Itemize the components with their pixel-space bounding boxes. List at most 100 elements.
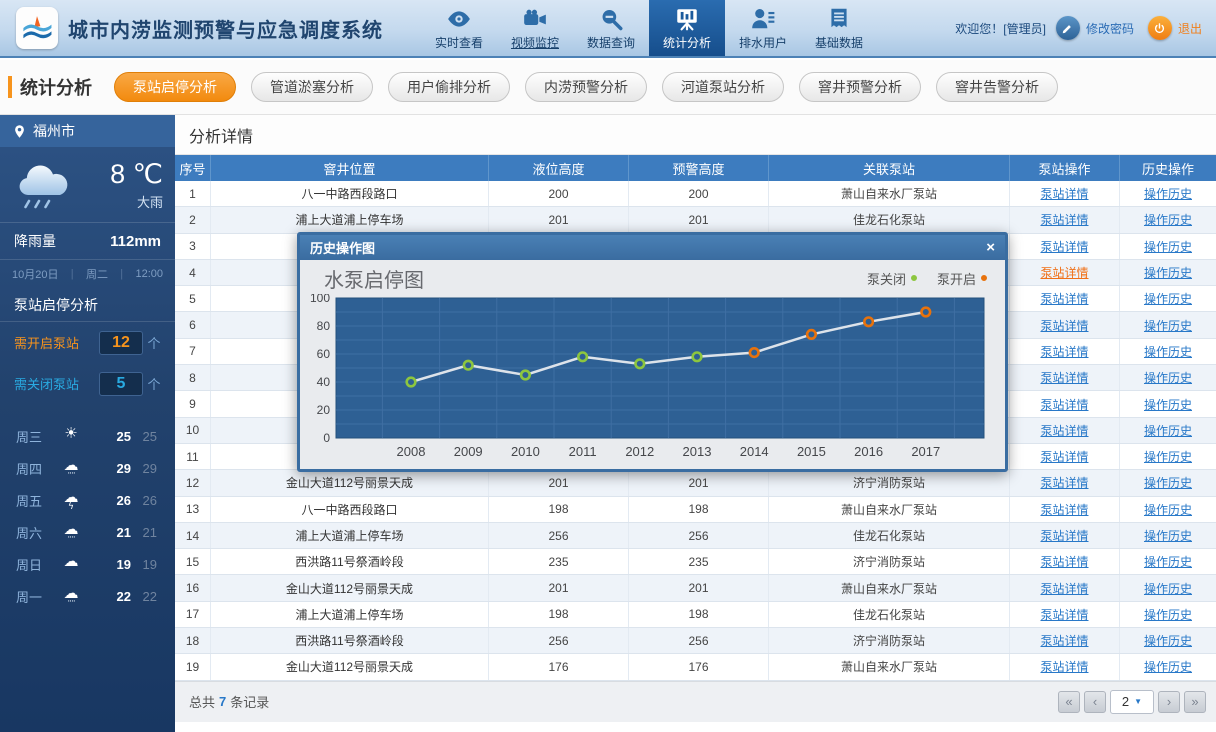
tab-6[interactable]: 窨井预警分析	[799, 72, 921, 102]
nav-item-2[interactable]: 视频监控	[497, 0, 573, 56]
pagination: « ‹ 2 ▼ › »	[1054, 690, 1206, 714]
station-detail-link[interactable]: 泵站详情	[1040, 474, 1088, 491]
station-detail-link[interactable]: 泵站详情	[1040, 343, 1088, 360]
station-detail-link[interactable]: 泵站详情	[1040, 317, 1088, 334]
operation-history-link[interactable]: 操作历史	[1144, 448, 1192, 465]
linked-station: 佳龙石化泵站	[769, 523, 1010, 548]
logout-link[interactable]: 退出	[1178, 20, 1202, 37]
water-level: 198	[489, 497, 629, 522]
station-detail-link[interactable]: 泵站详情	[1040, 606, 1088, 623]
forecast-day: 周四	[16, 459, 58, 478]
panel-title: 分析详情	[175, 115, 1216, 155]
operation-history-link[interactable]: 操作历史	[1144, 580, 1192, 597]
operation-history-link[interactable]: 操作历史	[1144, 606, 1192, 623]
city-name: 福州市	[33, 121, 75, 141]
nav-item-1[interactable]: 实时查看	[421, 0, 497, 56]
operation-history-link[interactable]: 操作历史	[1144, 632, 1192, 649]
edit-password-icon[interactable]	[1056, 16, 1080, 40]
station-detail-link[interactable]: 泵站详情	[1040, 658, 1088, 675]
page-select[interactable]: 2 ▼	[1110, 690, 1154, 714]
nav-item-4[interactable]: 统计分析	[649, 0, 725, 56]
history-action-cell: 操作历史	[1120, 602, 1216, 627]
station-action-cell: 泵站详情	[1010, 391, 1120, 416]
operation-history-link[interactable]: 操作历史	[1144, 264, 1192, 281]
current-weather: 8 ℃ 大雨	[0, 147, 175, 223]
next-page-button[interactable]: ›	[1158, 691, 1180, 713]
operation-history-link[interactable]: 操作历史	[1144, 527, 1192, 544]
station-detail-link[interactable]: 泵站详情	[1040, 501, 1088, 518]
tab-5[interactable]: 河道泵站分析	[662, 72, 784, 102]
app-title: 城市内涝监测预警与应急调度系统	[68, 14, 383, 43]
modal-titlebar[interactable]: 历史操作图 ×	[300, 235, 1005, 260]
station-action-cell: 泵站详情	[1010, 575, 1120, 600]
operation-history-link[interactable]: 操作历史	[1144, 185, 1192, 202]
column-header-4: 预警高度	[629, 155, 769, 181]
station-detail-link[interactable]: 泵站详情	[1040, 238, 1088, 255]
change-password-link[interactable]: 修改密码	[1086, 20, 1134, 37]
station-action-cell: 泵站详情	[1010, 181, 1120, 206]
operation-history-link[interactable]: 操作历史	[1144, 396, 1192, 413]
warning-level: 176	[629, 654, 769, 679]
low-temp: 21	[131, 525, 157, 540]
station-detail-link[interactable]: 泵站详情	[1040, 580, 1088, 597]
forecast-row-周五: 周五☁2626	[0, 484, 175, 516]
operation-history-link[interactable]: 操作历史	[1144, 369, 1192, 386]
operation-history-link[interactable]: 操作历史	[1144, 658, 1192, 675]
station-detail-link[interactable]: 泵站详情	[1040, 290, 1088, 307]
station-detail-link[interactable]: 泵站详情	[1040, 211, 1088, 228]
tab-7[interactable]: 窨井告警分析	[936, 72, 1058, 102]
operation-history-link[interactable]: 操作历史	[1144, 238, 1192, 255]
tab-1[interactable]: 泵站启停分析	[114, 72, 236, 102]
nav-item-5[interactable]: 排水用户	[725, 0, 801, 56]
linked-station: 萧山自来水厂泵站	[769, 181, 1010, 206]
prev-page-button[interactable]: ‹	[1084, 691, 1106, 713]
station-action-cell: 泵站详情	[1010, 234, 1120, 259]
tab-2[interactable]: 管道淤塞分析	[251, 72, 373, 102]
nav-label: 统计分析	[663, 34, 711, 51]
nav-label: 实时查看	[435, 34, 483, 51]
station-detail-link[interactable]: 泵站详情	[1040, 422, 1088, 439]
station-detail-link[interactable]: 泵站详情	[1040, 448, 1088, 465]
operation-history-link[interactable]: 操作历史	[1144, 290, 1192, 307]
station-detail-link[interactable]: 泵站详情	[1040, 264, 1088, 281]
station-detail-link[interactable]: 泵站详情	[1040, 396, 1088, 413]
operation-history-link[interactable]: 操作历史	[1144, 501, 1192, 518]
svg-text:2011: 2011	[569, 444, 597, 459]
station-detail-link[interactable]: 泵站详情	[1040, 185, 1088, 202]
legend-item-closed: 泵关闭	[867, 269, 917, 288]
manhole-position: 西洪路11号祭酒岭段	[211, 628, 489, 653]
row-number: 11	[175, 444, 211, 469]
last-page-button[interactable]: »	[1184, 691, 1206, 713]
tab-4[interactable]: 内涝预警分析	[525, 72, 647, 102]
caret-down-icon: ▼	[1134, 697, 1142, 706]
nav-item-3[interactable]: 数据查询	[573, 0, 649, 56]
nav-item-6[interactable]: 基础数据	[801, 0, 877, 56]
table-row: 12金山大道112号丽景天成201201济宁消防泵站泵站详情操作历史	[175, 470, 1216, 496]
station-detail-link[interactable]: 泵站详情	[1040, 527, 1088, 544]
station-action-cell: 泵站详情	[1010, 312, 1120, 337]
operation-history-link[interactable]: 操作历史	[1144, 317, 1192, 334]
column-header-2: 窨井位置	[211, 155, 489, 181]
operation-history-link[interactable]: 操作历史	[1144, 422, 1192, 439]
operation-history-link[interactable]: 操作历史	[1144, 343, 1192, 360]
power-icon[interactable]	[1148, 16, 1172, 40]
operation-history-link[interactable]: 操作历史	[1144, 211, 1192, 228]
station-detail-link[interactable]: 泵站详情	[1040, 632, 1088, 649]
weather-condition: 大雨	[110, 192, 163, 211]
station-detail-link[interactable]: 泵站详情	[1040, 369, 1088, 386]
stat-unit: 个	[143, 374, 165, 393]
history-action-cell: 操作历史	[1120, 470, 1216, 495]
date-value: 10月20日	[12, 266, 58, 282]
operation-history-link[interactable]: 操作历史	[1144, 553, 1192, 570]
high-temp: 19	[105, 557, 131, 572]
row-number: 15	[175, 549, 211, 574]
forecast-row-周三: 周三☀2525	[0, 420, 175, 452]
row-number: 2	[175, 207, 211, 232]
station-detail-link[interactable]: 泵站详情	[1040, 553, 1088, 570]
page-number: 2	[1122, 694, 1129, 709]
close-icon[interactable]: ×	[986, 240, 995, 255]
first-page-button[interactable]: «	[1058, 691, 1080, 713]
svg-text:2010: 2010	[511, 444, 540, 459]
operation-history-link[interactable]: 操作历史	[1144, 474, 1192, 491]
tab-3[interactable]: 用户偷排分析	[388, 72, 510, 102]
